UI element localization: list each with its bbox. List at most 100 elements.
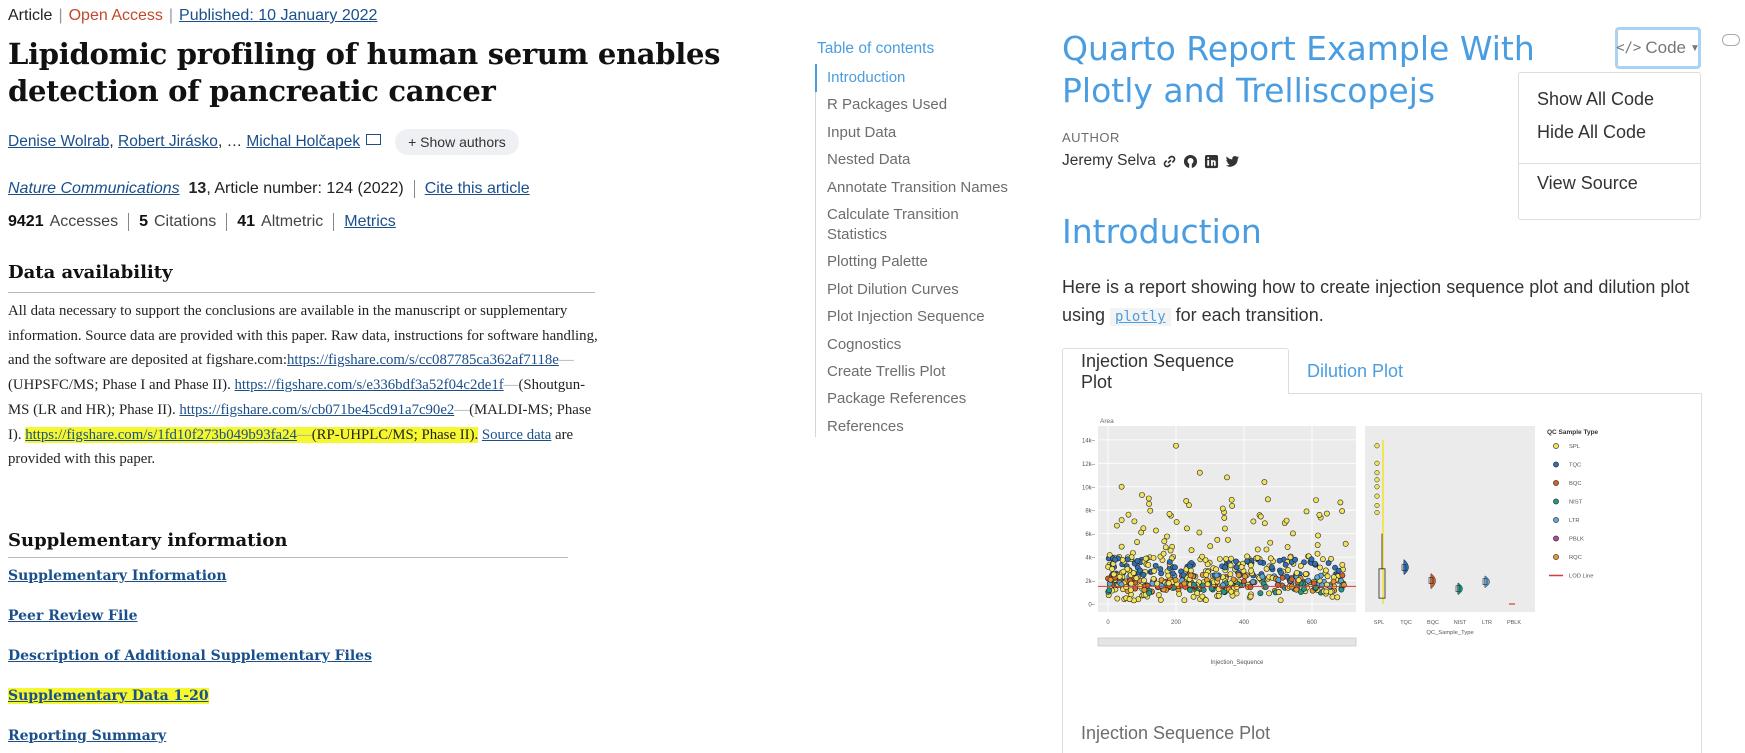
toc-item-input-data[interactable]: Input Data xyxy=(827,123,1035,143)
data-point xyxy=(1166,511,1173,517)
data-point xyxy=(1339,561,1346,568)
data-point xyxy=(1261,479,1268,485)
data-point xyxy=(1257,559,1264,566)
data-point xyxy=(1116,573,1123,580)
journal-link[interactable]: Nature Communications xyxy=(8,180,180,197)
data-point xyxy=(1140,571,1147,578)
toc-item-palette[interactable]: Plotting Palette xyxy=(827,252,1035,272)
range-slider xyxy=(1097,637,1357,647)
outlier-point xyxy=(1374,470,1380,476)
data-point xyxy=(1167,547,1174,554)
supplementary-information-link[interactable]: Supplementary Information xyxy=(8,568,227,584)
data-point xyxy=(1319,556,1326,563)
y-tick-label: 2k– xyxy=(1085,579,1095,585)
theme-toggle-icon[interactable] xyxy=(1722,34,1740,46)
toc-item-nested-data[interactable]: Nested Data xyxy=(827,150,1035,170)
author-link[interactable]: Denise Wolrab xyxy=(8,133,109,151)
data-point xyxy=(1297,563,1304,569)
peer-review-file-link[interactable]: Peer Review File xyxy=(8,608,138,624)
altmetric-count: 41 xyxy=(237,213,256,231)
mail-icon[interactable] xyxy=(366,133,382,145)
legend-label: BQC xyxy=(1569,481,1582,487)
metrics-link[interactable]: Metrics xyxy=(344,213,396,230)
tab-injection-sequence[interactable]: Injection Sequence Plot xyxy=(1062,348,1289,394)
data-point xyxy=(1123,584,1130,590)
toc-item-dilution[interactable]: Plot Dilution Curves xyxy=(827,280,1035,300)
source-data-link[interactable]: Source data xyxy=(482,427,551,443)
x-axis-label: QC_Sample_Type xyxy=(1426,630,1473,636)
figshare-link[interactable]: https://figshare.com/s/e336bdf3a52f04c2d… xyxy=(234,377,503,393)
data-point xyxy=(1244,553,1250,560)
view-source-item[interactable]: View Source xyxy=(1537,173,1638,194)
toc-item-trellis[interactable]: Create Trellis Plot xyxy=(827,362,1035,382)
data-point xyxy=(1292,556,1299,563)
data-point xyxy=(1152,562,1159,569)
data-point xyxy=(1257,590,1264,597)
y-tick-label: 12k– xyxy=(1082,462,1096,468)
data-point xyxy=(1173,442,1179,449)
data-point xyxy=(1287,554,1294,561)
cite-article-link[interactable]: Cite this article xyxy=(425,180,530,197)
data-point xyxy=(1196,469,1203,476)
toc-item-references[interactable]: References xyxy=(827,417,1035,437)
data-point xyxy=(1188,547,1195,554)
data-point xyxy=(1342,540,1349,547)
introduction-text: Here is a report showing how to create i… xyxy=(1062,277,1690,326)
y-tick-label: 4k– xyxy=(1085,556,1095,562)
toc-item-annotate[interactable]: Annotate Transition Names xyxy=(827,178,1035,198)
data-point xyxy=(1166,559,1173,565)
toc-item-introduction[interactable]: Introduction xyxy=(815,64,1035,92)
altmetric-label: Altmetric xyxy=(261,213,324,231)
toc-item-r-packages[interactable]: R Packages Used xyxy=(827,95,1035,115)
data-point xyxy=(1165,572,1172,579)
data-point xyxy=(1288,576,1295,583)
data-point xyxy=(1120,568,1127,575)
data-point xyxy=(1244,558,1251,565)
data-point xyxy=(1118,543,1125,550)
supplementary-data-link[interactable]: Supplementary Data 1-20 xyxy=(8,688,209,704)
y-tick-label: 14k– xyxy=(1082,438,1096,444)
injection-sequence-plot[interactable]: 0– 2k– 4k– 6k– 8k– 10k– 12k– 14k– 0 200 400 600 Area… xyxy=(1071,412,1611,712)
article-title: Lipidomic profiling of human serum enabl… xyxy=(8,37,721,108)
author-link[interactable]: Michal Holčapek xyxy=(246,133,360,151)
author-link[interactable]: Robert Jirásko xyxy=(118,133,218,151)
data-point xyxy=(1199,582,1206,589)
description-supp-files-link[interactable]: Description of Additional Supplementary … xyxy=(8,648,372,664)
data-point xyxy=(1153,527,1159,534)
journal-line: Nature Communications 13, Article number… xyxy=(8,180,530,198)
data-point xyxy=(1328,555,1334,562)
data-point xyxy=(1213,572,1220,579)
twitter-icon[interactable] xyxy=(1225,154,1240,169)
x-axis-label: Injection_Sequence xyxy=(1211,660,1264,666)
tab-dilution-plot[interactable]: Dilution Plot xyxy=(1289,348,1421,394)
toc-item-cognostics[interactable]: Cognostics xyxy=(827,335,1035,355)
data-point xyxy=(1124,556,1131,563)
figshare-link[interactable]: https://figshare.com/s/cb071be45cd91a7c9… xyxy=(179,402,454,418)
linkedin-icon[interactable] xyxy=(1204,154,1219,169)
link-icon[interactable] xyxy=(1162,154,1177,169)
data-point xyxy=(1146,590,1152,596)
toc-item-package-refs[interactable]: Package References xyxy=(827,389,1035,409)
data-point xyxy=(1142,555,1149,562)
hide-all-code-item[interactable]: Hide All Code xyxy=(1537,122,1646,143)
data-point xyxy=(1172,577,1179,583)
github-icon[interactable] xyxy=(1183,154,1198,169)
x-tick-label: BQC xyxy=(1427,620,1439,626)
code-dropdown-menu: Show All Code Hide All Code View Source xyxy=(1518,72,1701,220)
toc-item-injection[interactable]: Plot Injection Sequence xyxy=(827,307,1035,327)
outlier-point xyxy=(1374,510,1380,516)
figshare-link[interactable]: https://figshare.com/s/cc087785ca362af71… xyxy=(287,352,559,368)
data-point xyxy=(1222,525,1228,532)
data-point xyxy=(1335,567,1342,574)
data-point xyxy=(1112,556,1118,563)
code-button[interactable]: </> Code ▼ xyxy=(1615,27,1701,69)
show-authors-button[interactable]: + Show authors xyxy=(395,129,519,155)
data-point xyxy=(1254,546,1261,553)
data-point xyxy=(1241,578,1247,585)
reporting-summary-link[interactable]: Reporting Summary xyxy=(8,728,166,744)
published-date-link[interactable]: Published: 10 January 2022 xyxy=(179,7,377,24)
show-all-code-item[interactable]: Show All Code xyxy=(1537,89,1654,110)
toc-item-statistics[interactable]: Calculate Transition Statistics xyxy=(827,205,977,245)
figshare-link[interactable]: https://figshare.com/s/1fd10f273b049b93f… xyxy=(25,427,297,443)
plotly-code-link[interactable]: plotly xyxy=(1110,308,1171,326)
